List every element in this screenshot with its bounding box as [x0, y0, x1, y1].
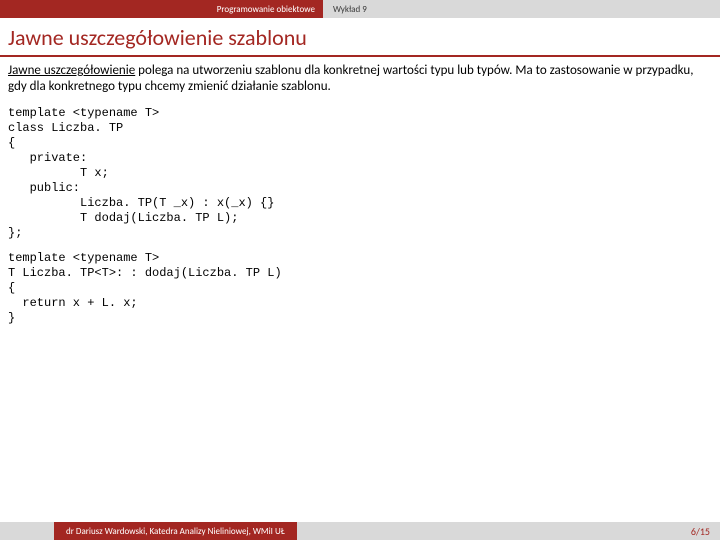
body-paragraph: Jawne uszczegółowienie polega na utworze… [0, 57, 720, 96]
footer: dr Dariusz Wardowski, Katedra Analizy Ni… [0, 522, 720, 540]
top-bar: Programowanie obiektowe Wykład 9 [0, 0, 720, 18]
slide: Programowanie obiektowe Wykład 9 Jawne u… [0, 0, 720, 540]
lecture-label: Wykład 9 [323, 0, 720, 18]
page-number: 6/15 [691, 522, 710, 540]
code-block-1: template <typename T> class Liczba. TP {… [0, 96, 720, 241]
course-label: Programowanie obiektowe [0, 0, 323, 18]
title-row: Jawne uszczegółowienie szablonu [0, 18, 720, 57]
footer-author: dr Dariusz Wardowski, Katedra Analizy Ni… [54, 522, 297, 540]
page-title: Jawne uszczegółowienie szablonu [8, 24, 712, 51]
code-block-2: template <typename T> T Liczba. TP<T>: :… [0, 241, 720, 326]
paragraph-underlined: Jawne uszczegółowienie [8, 63, 135, 78]
